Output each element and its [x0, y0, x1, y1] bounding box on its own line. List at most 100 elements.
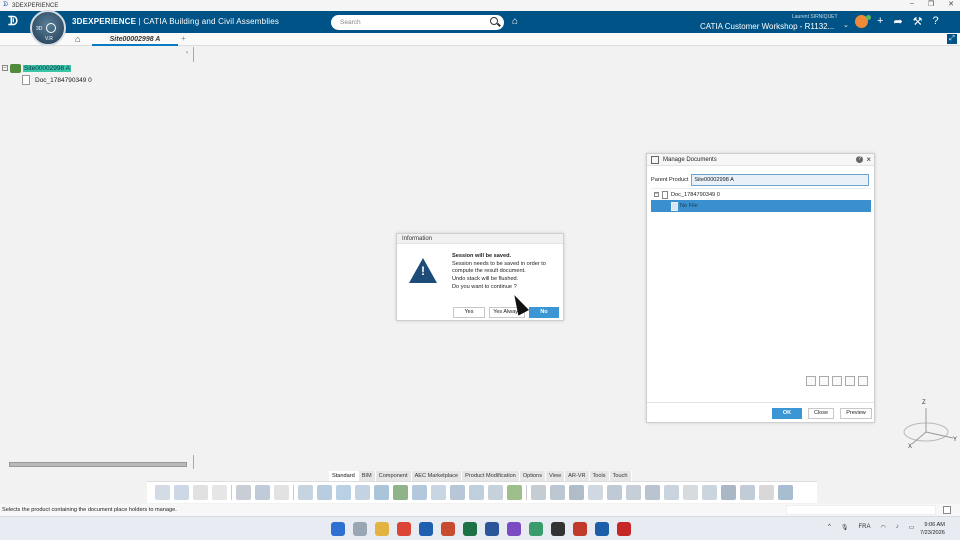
search-taskbar-icon[interactable]	[353, 522, 367, 536]
paint-icon[interactable]	[626, 485, 641, 500]
copy-icon[interactable]	[174, 485, 189, 500]
help-icon[interactable]: ?	[856, 156, 863, 163]
yes-button[interactable]: Yes	[453, 307, 485, 318]
assembly-icon[interactable]	[336, 485, 351, 500]
outlook-icon[interactable]	[419, 522, 433, 536]
tab-component[interactable]: Component	[375, 471, 412, 481]
tree-splitter[interactable]	[193, 47, 194, 62]
expand-icon[interactable]: ⤢	[947, 34, 957, 44]
play-icon[interactable]	[46, 23, 56, 33]
tab-standard[interactable]: Standard	[329, 471, 359, 481]
acrobat-icon[interactable]	[573, 522, 587, 536]
app-icon-10[interactable]	[529, 522, 543, 536]
wifi-icon[interactable]: ◠	[880, 524, 885, 531]
app-icon-8[interactable]	[485, 522, 499, 536]
copy-document-icon[interactable]	[819, 376, 829, 386]
cube-icon[interactable]	[450, 485, 465, 500]
globe-icon[interactable]	[374, 485, 389, 500]
tab-product-modification[interactable]: Product Modification	[462, 471, 520, 481]
list-item[interactable]: − Doc_1784790349 0	[651, 189, 871, 200]
mesh-icon[interactable]	[550, 485, 565, 500]
microphone-icon[interactable]: 🎙	[841, 524, 849, 531]
transform-icon[interactable]	[507, 485, 522, 500]
cluster-icon[interactable]	[645, 485, 660, 500]
clock[interactable]: 9:06 AM 7/23/2026	[920, 521, 945, 537]
chevron-down-icon[interactable]: ⌄	[843, 21, 849, 29]
3dexperience-icon[interactable]	[595, 522, 609, 536]
properties-icon[interactable]	[858, 376, 868, 386]
replace-document-icon[interactable]	[832, 376, 842, 386]
export-icon[interactable]	[778, 485, 793, 500]
structure-icon[interactable]	[469, 485, 484, 500]
insert-product-icon[interactable]	[298, 485, 313, 500]
visual-studio-icon[interactable]	[507, 522, 521, 536]
collapse-node-icon[interactable]: −	[654, 192, 659, 197]
search-product-icon[interactable]	[431, 485, 446, 500]
home-icon[interactable]: ⌂	[75, 34, 80, 44]
terminal-icon[interactable]	[551, 522, 565, 536]
parent-product-field[interactable]: Site00002998 A	[691, 174, 870, 186]
sphere-icon[interactable]	[531, 485, 546, 500]
collapse-tree-icon[interactable]: ‹	[186, 50, 188, 56]
manage-documents-tool-icon[interactable]	[721, 485, 736, 500]
ds-logo-icon[interactable]: ᗫ	[8, 14, 18, 29]
list-item-selected[interactable]: No File	[651, 200, 871, 212]
workspace-label[interactable]: CATIA Customer Workshop - R1132...	[700, 22, 834, 31]
tree-child-label[interactable]: Doc_1784790349 0	[35, 77, 92, 84]
tab-touch[interactable]: Touch	[609, 471, 632, 481]
tab-aec-marketplace[interactable]: AEC Marketplace	[411, 471, 463, 481]
measure-icon[interactable]	[664, 485, 679, 500]
search-icon[interactable]	[490, 17, 498, 25]
help-icon[interactable]: ?	[933, 15, 939, 28]
start-icon[interactable]	[331, 522, 345, 536]
undo-icon[interactable]	[212, 485, 227, 500]
axis-triad[interactable]: Z X Y	[898, 400, 958, 455]
tree-child-node[interactable]: Doc_1784790349 0	[22, 74, 92, 86]
tab-tools[interactable]: Tools	[589, 471, 610, 481]
close-window-button[interactable]: ✕	[948, 0, 954, 8]
no-button[interactable]: No	[529, 307, 559, 318]
drawing-icon[interactable]	[588, 485, 603, 500]
close-button[interactable]: Close	[808, 408, 834, 419]
tag-icon[interactable]: ⌂	[512, 16, 518, 27]
book-icon[interactable]	[255, 485, 270, 500]
add-icon[interactable]: +	[877, 15, 883, 28]
site-icon[interactable]	[393, 485, 408, 500]
tools-icon[interactable]: ⚒	[913, 15, 923, 28]
tree-root-label[interactable]: Site00002998 A	[23, 64, 71, 72]
add-tab-button[interactable]: +	[181, 34, 186, 43]
tab-bim[interactable]: BIM	[358, 471, 376, 481]
collapse-node-icon[interactable]: −	[2, 65, 8, 71]
paste-icon[interactable]	[193, 485, 208, 500]
shoe-icon[interactable]	[607, 485, 622, 500]
zoom-icon[interactable]	[236, 485, 251, 500]
excel-icon[interactable]	[463, 522, 477, 536]
document-placeholder-icon[interactable]	[740, 485, 755, 500]
app-icon-14[interactable]	[617, 522, 631, 536]
command-input[interactable]	[786, 505, 936, 515]
volume-icon[interactable]: ♪	[896, 524, 899, 531]
chrome-icon[interactable]	[397, 522, 411, 536]
chevron-up-icon[interactable]: ^	[828, 524, 831, 531]
status-checkbox[interactable]	[943, 506, 951, 514]
document-tool-icon[interactable]	[488, 485, 503, 500]
component-icon[interactable]	[355, 485, 370, 500]
panel-splitter[interactable]	[193, 455, 194, 469]
share-icon[interactable]: ➦	[893, 15, 902, 28]
cut-icon[interactable]	[155, 485, 170, 500]
preview-button[interactable]: Preview	[840, 408, 872, 419]
tab-ar-vr[interactable]: AR-VR	[565, 471, 590, 481]
language-indicator[interactable]: FRA	[858, 524, 870, 531]
tree-root-node[interactable]: − Site00002998 A	[2, 62, 92, 74]
tab-options[interactable]: Options	[519, 471, 547, 481]
compass-widget[interactable]: 3D V.R	[30, 10, 66, 46]
building-icon[interactable]	[412, 485, 427, 500]
torus-icon[interactable]	[569, 485, 584, 500]
tab-view[interactable]: View	[546, 471, 566, 481]
minimize-button[interactable]: –	[910, 0, 914, 8]
selection-icon[interactable]	[702, 485, 717, 500]
search-input[interactable]: Search	[331, 15, 504, 30]
ok-button[interactable]: OK	[772, 408, 802, 419]
gear-icon[interactable]	[759, 485, 774, 500]
file-explorer-icon[interactable]	[375, 522, 389, 536]
